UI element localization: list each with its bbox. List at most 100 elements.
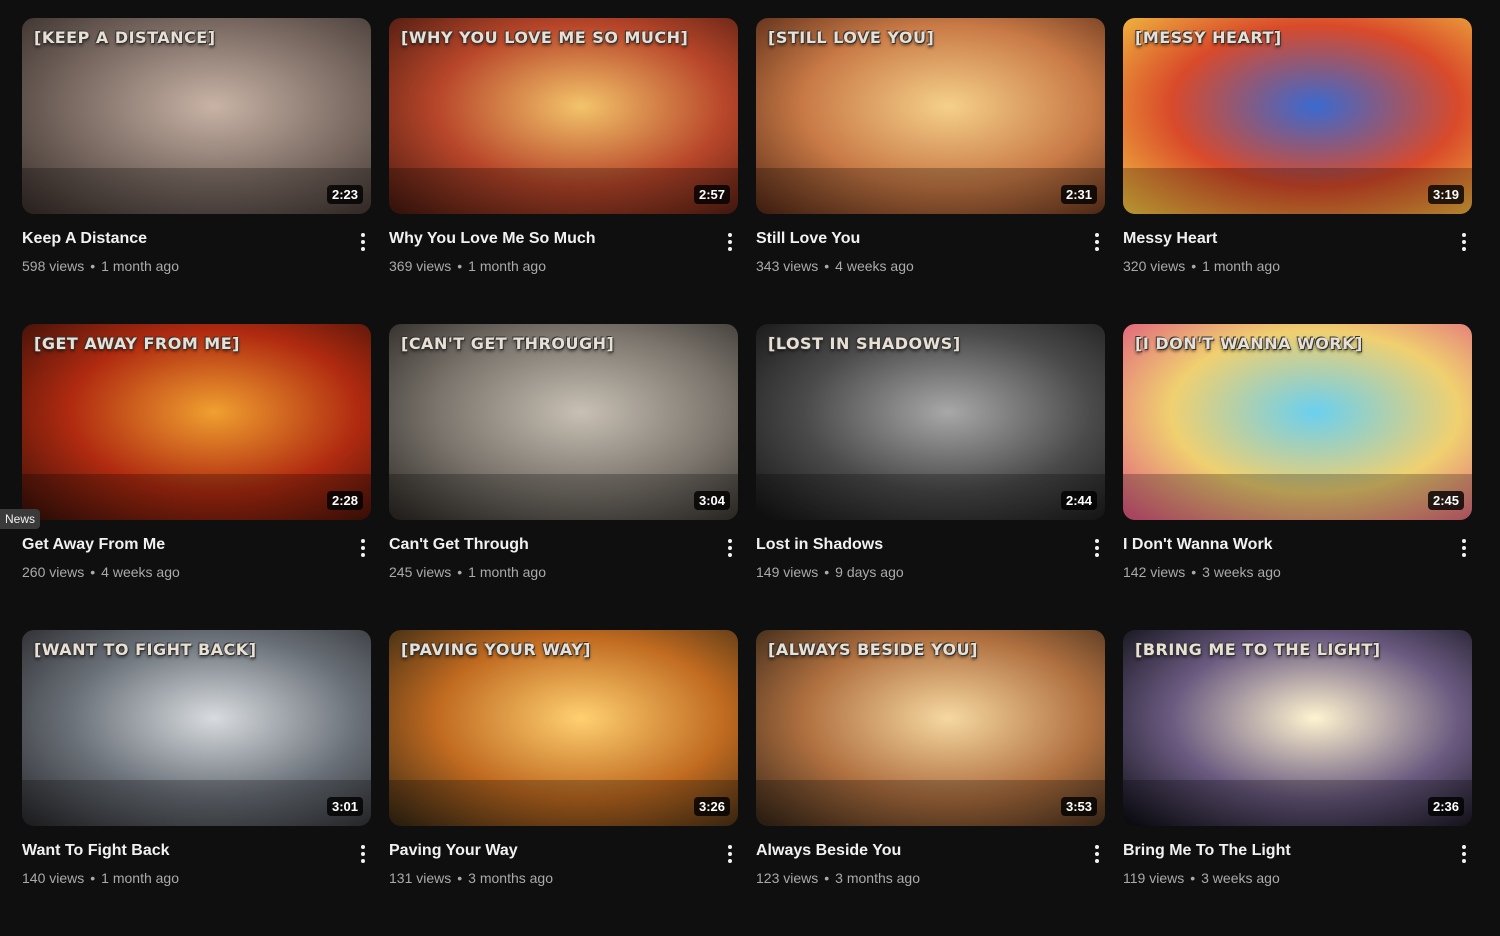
news-tooltip: News (0, 509, 41, 529)
thumbnail-art (756, 324, 1105, 520)
view-count: 123 views (756, 870, 819, 886)
video-thumbnail[interactable]: [KEEP A DISTANCE] 2:23 (22, 18, 371, 214)
video-title[interactable]: Get Away From Me (22, 534, 371, 556)
video-grid: [KEEP A DISTANCE] 2:23 Keep A Distance 5… (22, 18, 1472, 936)
video-thumbnail[interactable]: [GET AWAY FROM ME] 2:28 (22, 324, 371, 520)
video-meta: Why You Love Me So Much 369 views • 1 mont… (389, 228, 738, 276)
upload-age: 1 month ago (468, 258, 547, 274)
video-card[interactable]: [ALWAYS BESIDE YOU] 3:53 Always Beside Y… (756, 630, 1105, 936)
video-title[interactable]: Always Beside You (756, 840, 1105, 862)
video-thumbnail[interactable]: [WHY YOU LOVE ME SO MUCH] 2:57 (389, 18, 738, 214)
upload-age: 4 weeks ago (835, 258, 914, 274)
more-actions-icon[interactable] (351, 840, 375, 868)
upload-age: 4 weeks ago (101, 564, 180, 580)
thumbnail-art (22, 630, 371, 826)
video-card[interactable]: [STILL LOVE YOU] 2:31 Still Love You 343… (756, 18, 1105, 324)
upload-age: 1 month ago (101, 870, 180, 886)
video-stats: 149 views • 9 days ago (756, 562, 1105, 582)
thumbnail-caption: [BRING ME TO THE LIGHT] (1135, 640, 1381, 659)
video-thumbnail[interactable]: [WANT TO FIGHT BACK] 3:01 (22, 630, 371, 826)
video-title[interactable]: Bring Me To The Light (1123, 840, 1472, 862)
video-thumbnail[interactable]: [MESSY HEART] 3:19 (1123, 18, 1472, 214)
duration-badge: 3:26 (693, 797, 730, 816)
video-stats: 260 views • 4 weeks ago (22, 562, 371, 582)
video-title[interactable]: Lost in Shadows (756, 534, 1105, 556)
more-actions-icon[interactable] (1452, 534, 1476, 562)
video-card[interactable]: [BRING ME TO THE LIGHT] 2:36 Bring Me To… (1123, 630, 1472, 936)
video-thumbnail[interactable]: [STILL LOVE YOU] 2:31 (756, 18, 1105, 214)
separator-dot: • (824, 564, 830, 580)
more-actions-icon[interactable] (351, 534, 375, 562)
duration-badge: 2:57 (693, 185, 730, 204)
video-meta: Lost in Shadows 149 views • 9 days ago (756, 534, 1105, 582)
video-meta: Paving Your Way 131 views • 3 months ago (389, 840, 738, 888)
thumbnail-art (22, 324, 371, 520)
duration-badge: 2:44 (1060, 491, 1097, 510)
thumbnail-art (1123, 324, 1472, 520)
video-thumbnail[interactable]: [BRING ME TO THE LIGHT] 2:36 (1123, 630, 1472, 826)
video-card[interactable]: [WANT TO FIGHT BACK] 3:01 Want To Fight … (22, 630, 371, 936)
separator-dot: • (457, 258, 463, 274)
more-actions-icon[interactable] (1452, 228, 1476, 256)
thumbnail-art (22, 18, 371, 214)
duration-badge: 3:19 (1427, 185, 1464, 204)
video-card[interactable]: [GET AWAY FROM ME] 2:28 Get Away From Me… (22, 324, 371, 630)
thumbnail-caption: [PAVING YOUR WAY] (401, 640, 591, 659)
video-title[interactable]: Can't Get Through (389, 534, 738, 556)
more-actions-icon[interactable] (718, 228, 742, 256)
thumbnail-caption: [WANT TO FIGHT BACK] (34, 640, 257, 659)
more-actions-icon[interactable] (1085, 228, 1109, 256)
more-actions-icon[interactable] (351, 228, 375, 256)
video-title[interactable]: Keep A Distance (22, 228, 371, 250)
video-meta: Get Away From Me 260 views • 4 weeks ago (22, 534, 371, 582)
video-card[interactable]: [I DON'T WANNA WORK] 2:45 I Don't Wanna … (1123, 324, 1472, 630)
more-actions-icon[interactable] (718, 840, 742, 868)
view-count: 149 views (756, 564, 819, 580)
video-card[interactable]: [LOST IN SHADOWS] 2:44 Lost in Shadows 1… (756, 324, 1105, 630)
view-count: 131 views (389, 870, 452, 886)
more-actions-icon[interactable] (1452, 840, 1476, 868)
duration-badge: 2:36 (1427, 797, 1464, 816)
view-count: 343 views (756, 258, 819, 274)
video-thumbnail[interactable]: [CAN'T GET THROUGH] 3:04 (389, 324, 738, 520)
video-thumbnail[interactable]: [ALWAYS BESIDE YOU] 3:53 (756, 630, 1105, 826)
thumbnail-caption: [I DON'T WANNA WORK] (1135, 334, 1363, 353)
video-card[interactable]: [CAN'T GET THROUGH] 3:04 Can't Get Throu… (389, 324, 738, 630)
video-stats: 119 views • 3 weeks ago (1123, 868, 1472, 888)
video-title[interactable]: I Don't Wanna Work (1123, 534, 1472, 556)
video-stats: 343 views • 4 weeks ago (756, 256, 1105, 276)
video-card[interactable]: [WHY YOU LOVE ME SO MUCH] 2:57 Why You L… (389, 18, 738, 324)
thumbnail-art (389, 18, 738, 214)
video-title[interactable]: Messy Heart (1123, 228, 1472, 250)
video-title[interactable]: Paving Your Way (389, 840, 738, 862)
view-count: 119 views (1123, 870, 1185, 886)
video-title[interactable]: Want To Fight Back (22, 840, 371, 862)
video-thumbnail[interactable]: [I DON'T WANNA WORK] 2:45 (1123, 324, 1472, 520)
thumbnail-art (1123, 630, 1472, 826)
video-thumbnail[interactable]: [LOST IN SHADOWS] 2:44 (756, 324, 1105, 520)
upload-age: 3 weeks ago (1201, 870, 1280, 886)
thumbnail-caption: [KEEP A DISTANCE] (34, 28, 216, 47)
video-card[interactable]: [KEEP A DISTANCE] 2:23 Keep A Distance 5… (22, 18, 371, 324)
video-thumbnail[interactable]: [PAVING YOUR WAY] 3:26 (389, 630, 738, 826)
upload-age: 1 month ago (468, 564, 547, 580)
duration-badge: 2:28 (326, 491, 363, 510)
video-card[interactable]: [MESSY HEART] 3:19 Messy Heart 320 views… (1123, 18, 1472, 324)
video-meta: I Don't Wanna Work 142 views • 3 weeks ago (1123, 534, 1472, 582)
video-stats: 142 views • 3 weeks ago (1123, 562, 1472, 582)
video-title[interactable]: Why You Love Me So Much (389, 228, 738, 250)
video-meta: Bring Me To The Light 119 views • 3 weeks … (1123, 840, 1472, 888)
upload-age: 1 month ago (101, 258, 180, 274)
video-stats: 131 views • 3 months ago (389, 868, 738, 888)
video-card[interactable]: [PAVING YOUR WAY] 3:26 Paving Your Way 1… (389, 630, 738, 936)
thumbnail-caption: [CAN'T GET THROUGH] (401, 334, 615, 353)
video-meta: Still Love You 343 views • 4 weeks ago (756, 228, 1105, 276)
more-actions-icon[interactable] (1085, 534, 1109, 562)
video-meta: Can't Get Through 245 views • 1 month ago (389, 534, 738, 582)
more-actions-icon[interactable] (718, 534, 742, 562)
view-count: 260 views (22, 564, 85, 580)
video-stats: 245 views • 1 month ago (389, 562, 738, 582)
thumbnail-caption: [LOST IN SHADOWS] (768, 334, 961, 353)
more-actions-icon[interactable] (1085, 840, 1109, 868)
video-title[interactable]: Still Love You (756, 228, 1105, 250)
